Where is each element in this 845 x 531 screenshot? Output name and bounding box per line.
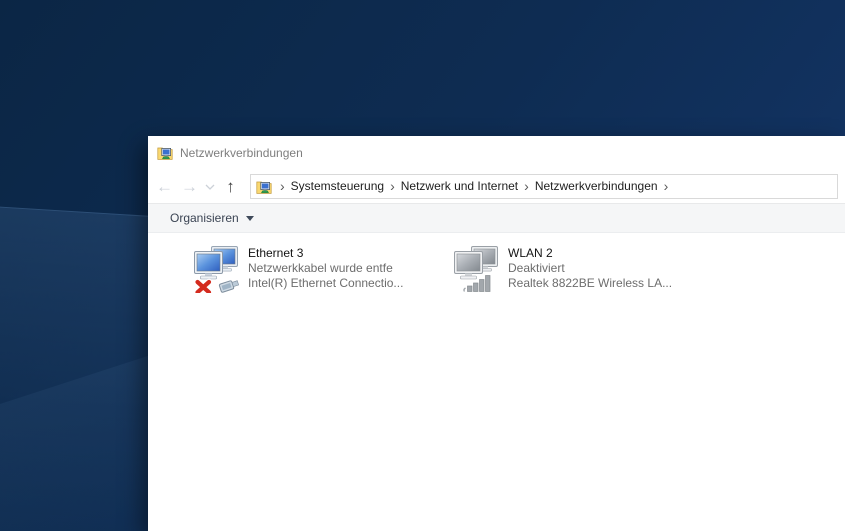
forward-button[interactable]: → xyxy=(177,174,202,199)
organize-label: Organisieren xyxy=(170,211,239,225)
connection-name: Ethernet 3 xyxy=(248,246,304,260)
breadcrumb-item-netzwerk-und-internet[interactable]: Netzwerk und Internet xyxy=(401,175,518,198)
connection-name: WLAN 2 xyxy=(508,246,553,260)
network-connections-window: Netzwerkverbindungen ← → ↑ › Systemsteue… xyxy=(148,136,845,531)
breadcrumb-chevron-icon[interactable]: › xyxy=(274,175,291,198)
connection-status: Netzwerkkabel wurde entfe xyxy=(248,261,393,275)
navigation-bar: ← → ↑ › Systemsteuerung › Netzwerk und I… xyxy=(148,170,845,203)
breadcrumb-item-netzwerkverbindungen[interactable]: Netzwerkverbindungen xyxy=(535,175,658,198)
address-bar[interactable]: › Systemsteuerung › Netzwerk und Interne… xyxy=(250,174,838,199)
address-location-icon xyxy=(256,179,272,195)
network-connections-folder-icon xyxy=(157,145,173,161)
connection-device: Intel(R) Ethernet Connectio... xyxy=(248,276,404,290)
wifi-disabled-icon xyxy=(453,245,501,293)
title-bar: Netzwerkverbindungen xyxy=(148,136,845,170)
recent-locations-chevron-icon[interactable] xyxy=(202,174,218,199)
command-toolbar: Organisieren xyxy=(148,203,845,233)
breadcrumb-chevron-icon[interactable]: › xyxy=(384,175,401,198)
dropdown-caret-icon xyxy=(245,215,254,221)
window-title: Netzwerkverbindungen xyxy=(180,146,303,160)
connection-status: Deaktiviert xyxy=(508,261,565,275)
up-button[interactable]: ↑ xyxy=(218,174,243,199)
organize-button[interactable]: Organisieren xyxy=(170,211,254,225)
connection-device: Realtek 8822BE Wireless LA... xyxy=(508,276,673,290)
connection-ethernet3[interactable]: Ethernet 3 Netzwerkkabel wurde entfe Int… xyxy=(193,245,453,296)
connections-list: Ethernet 3 Netzwerkkabel wurde entfe Int… xyxy=(148,233,845,531)
breadcrumb-chevron-icon[interactable]: › xyxy=(518,175,535,198)
breadcrumb-item-systemsteuerung[interactable]: Systemsteuerung xyxy=(291,175,384,198)
breadcrumb-chevron-icon[interactable]: › xyxy=(658,175,675,198)
ethernet-disconnected-icon xyxy=(193,245,241,296)
connection-wlan2[interactable]: WLAN 2 Deaktiviert Realtek 8822BE Wirele… xyxy=(453,245,713,293)
back-button[interactable]: ← xyxy=(152,174,177,199)
